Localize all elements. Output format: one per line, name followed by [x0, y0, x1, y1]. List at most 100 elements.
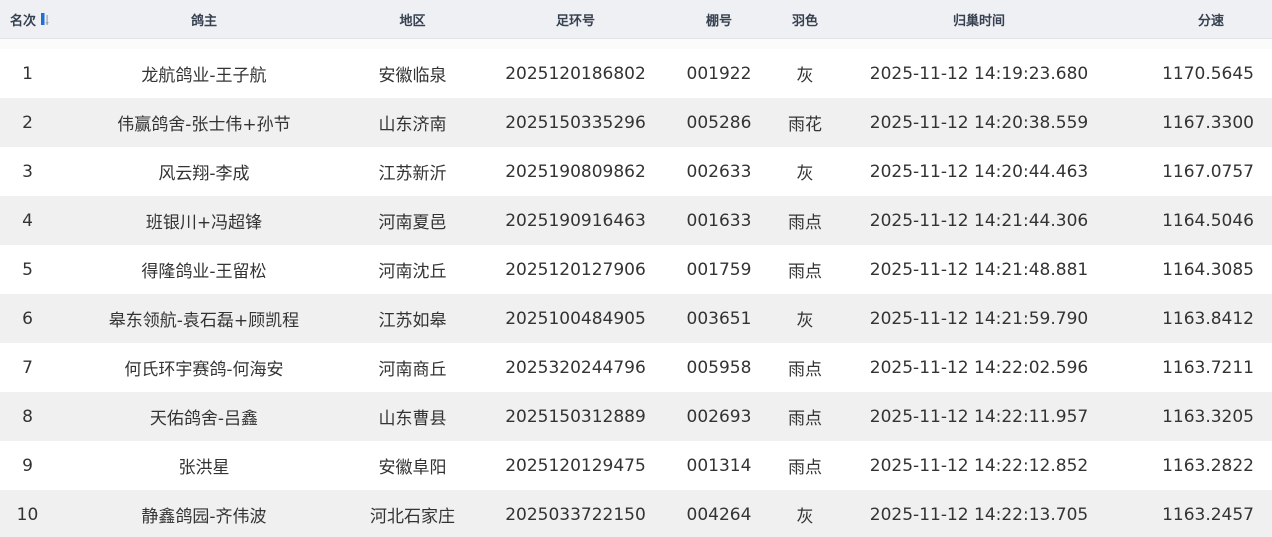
- return-time-cell: 2025-11-12 14:20:38.559: [869, 112, 1089, 133]
- rank-cell: 10: [16, 504, 39, 525]
- table-row[interactable]: 6 皋东领航-袁石磊+顾凯程 江苏如皋 2025100484905 003651 灰 202…: [0, 294, 1272, 343]
- return-time-cell: 2025-11-12 14:21:48.881: [869, 259, 1089, 280]
- rank-cell: 2: [22, 112, 33, 133]
- region-cell: 山东济南: [378, 115, 447, 135]
- table-row[interactable]: 1 龙航鸽业-王子航 安徽临泉 2025120186802 001922 灰 2025-11…: [0, 49, 1272, 98]
- return-time-cell: 2025-11-12 14:20:44.463: [869, 161, 1089, 182]
- owner-cell: 何氏环宇赛鸽-何海安: [124, 360, 284, 380]
- region-cell: 河南沈丘: [378, 262, 447, 282]
- feather-color-cell: 雨点: [788, 213, 822, 233]
- time-column-header[interactable]: 归巢时间: [851, 10, 1107, 29]
- rank-cell: 3: [22, 161, 33, 182]
- speed-cell: 1170.5645: [1162, 63, 1254, 84]
- speed-cell: 1167.3300: [1162, 112, 1254, 133]
- speed-cell: 1163.2822: [1162, 455, 1254, 476]
- shed-number-cell: 001759: [686, 259, 752, 280]
- feather-color-cell: 雨点: [788, 458, 822, 478]
- color-column-header[interactable]: 羽色: [759, 10, 851, 29]
- ring-number-cell: 2025150335296: [505, 112, 646, 133]
- shed-number-cell: 003651: [686, 308, 752, 329]
- feather-color-cell: 灰: [796, 311, 814, 331]
- table-row[interactable]: 7 何氏环宇赛鸽-何海安 河南商丘 2025320244796 005958 雨点 2025…: [0, 343, 1272, 392]
- table-row[interactable]: 2 伟赢鸽舍-张士伟+孙节 山东济南 2025150335296 005286 雨花 202…: [0, 98, 1272, 147]
- table-row[interactable]: 5 得隆鸽业-王留松 河南沈丘 2025120127906 001759 雨点 2025-1…: [0, 245, 1272, 294]
- speed-cell: 1163.3205: [1162, 406, 1254, 427]
- table-row[interactable]: 9 张洪星 安徽阜阳 2025120129475 001314 雨点 2025-11-12 …: [0, 441, 1272, 490]
- speed-cell: 1163.2457: [1162, 504, 1254, 525]
- rank-cell: 1: [22, 63, 33, 84]
- owner-cell: 班银川+冯超锋: [145, 213, 263, 233]
- table-row[interactable]: 10 静鑫鸽园-齐伟波 河北石家庄 2025033722150 004264 灰 2025-…: [0, 490, 1272, 537]
- feather-color-cell: 灰: [796, 66, 814, 86]
- rank-cell: 7: [22, 357, 33, 378]
- rank-cell: 8: [22, 406, 33, 427]
- owner-cell: 皋东领航-袁石磊+顾凯程: [108, 311, 300, 331]
- feather-color-cell: 雨点: [788, 262, 822, 282]
- owner-cell: 得隆鸽业-王留松: [141, 262, 267, 282]
- feather-color-cell: 雨点: [788, 360, 822, 380]
- region-cell: 江苏如皋: [378, 311, 447, 331]
- owner-cell: 风云翔-李成: [158, 164, 250, 184]
- owner-cell: 静鑫鸽园-齐伟波: [141, 507, 267, 527]
- ring-number-cell: 2025033722150: [505, 504, 646, 525]
- shed-number-cell: 001633: [686, 210, 752, 231]
- shed-number-cell: 002633: [686, 161, 752, 182]
- speed-cell: 1164.5046: [1162, 210, 1254, 231]
- speed-column-header[interactable]: 分速: [1107, 10, 1272, 29]
- owner-column-header[interactable]: 鸽主: [55, 10, 353, 29]
- region-column-header[interactable]: 地区: [353, 10, 472, 29]
- return-time-cell: 2025-11-12 14:22:11.957: [869, 406, 1089, 427]
- owner-cell: 伟赢鸽舍-张士伟+孙节: [117, 115, 291, 135]
- rank-cell: 4: [22, 210, 33, 231]
- feather-color-cell: 雨点: [788, 409, 822, 429]
- table-row[interactable]: 4 班银川+冯超锋 河南夏邑 2025190916463 001633 雨点 2025-11…: [0, 196, 1272, 245]
- ring-number-cell: 2025190916463: [505, 210, 646, 231]
- ring-number-cell: 2025100484905: [505, 308, 646, 329]
- region-cell: 河北石家庄: [370, 507, 455, 527]
- ring-number-cell: 2025190809862: [505, 161, 646, 182]
- ring-number-cell: 2025120186802: [505, 63, 646, 84]
- region-cell: 河南夏邑: [378, 213, 447, 233]
- shed-column-header[interactable]: 棚号: [679, 10, 759, 29]
- shed-number-cell: 001922: [686, 63, 752, 84]
- rank-column-header[interactable]: 名次: [0, 10, 55, 29]
- rank-cell: 6: [22, 308, 33, 329]
- owner-cell: 龙航鸽业-王子航: [141, 66, 267, 86]
- region-cell: 河南商丘: [378, 360, 447, 380]
- speed-cell: 1164.3085: [1162, 259, 1254, 280]
- return-time-cell: 2025-11-12 14:22:02.596: [869, 357, 1089, 378]
- feather-color-cell: 灰: [796, 164, 814, 184]
- return-time-cell: 2025-11-12 14:22:12.852: [869, 455, 1089, 476]
- table-body: 1 龙航鸽业-王子航 安徽临泉 2025120186802 001922 灰 2025-11…: [0, 49, 1272, 537]
- shed-number-cell: 001314: [686, 455, 752, 476]
- region-cell: 江苏新沂: [378, 164, 447, 184]
- ring-number-cell: 2025150312889: [505, 406, 646, 427]
- feather-color-cell: 灰: [796, 507, 814, 527]
- rank-cell: 9: [22, 455, 33, 476]
- speed-cell: 1163.8412: [1162, 308, 1254, 329]
- ring-number-cell: 2025320244796: [505, 357, 646, 378]
- shed-number-cell: 002693: [686, 406, 752, 427]
- table-header: 名次 鸽主 地区 足环号 棚号 羽色 归巢时间 分速: [0, 0, 1272, 39]
- region-cell: 山东曹县: [378, 409, 447, 429]
- speed-cell: 1167.0757: [1162, 161, 1254, 182]
- shed-number-cell: 005958: [686, 357, 752, 378]
- region-cell: 安徽临泉: [378, 66, 447, 86]
- feather-color-cell: 雨花: [788, 115, 822, 135]
- rank-cell: 5: [22, 259, 33, 280]
- region-cell: 安徽阜阳: [378, 458, 447, 478]
- shed-number-cell: 004264: [686, 504, 752, 525]
- return-time-cell: 2025-11-12 14:22:13.705: [869, 504, 1089, 525]
- sort-arrows-icon[interactable]: [39, 11, 51, 27]
- return-time-cell: 2025-11-12 14:21:59.790: [869, 308, 1089, 329]
- ring-column-header[interactable]: 足环号: [472, 10, 679, 29]
- table-row[interactable]: 3 风云翔-李成 江苏新沂 2025190809862 002633 灰 2025-11-1…: [0, 147, 1272, 196]
- speed-cell: 1163.7211: [1162, 357, 1254, 378]
- header-spacer: [0, 39, 1272, 49]
- owner-cell: 张洪星: [178, 458, 230, 478]
- return-time-cell: 2025-11-12 14:21:44.306: [869, 210, 1089, 231]
- ring-number-cell: 2025120129475: [505, 455, 646, 476]
- rank-header-label: 名次: [10, 13, 37, 29]
- table-row[interactable]: 8 天佑鸽舍-吕鑫 山东曹县 2025150312889 002693 雨点 2025-11…: [0, 392, 1272, 441]
- return-time-cell: 2025-11-12 14:19:23.680: [869, 63, 1089, 84]
